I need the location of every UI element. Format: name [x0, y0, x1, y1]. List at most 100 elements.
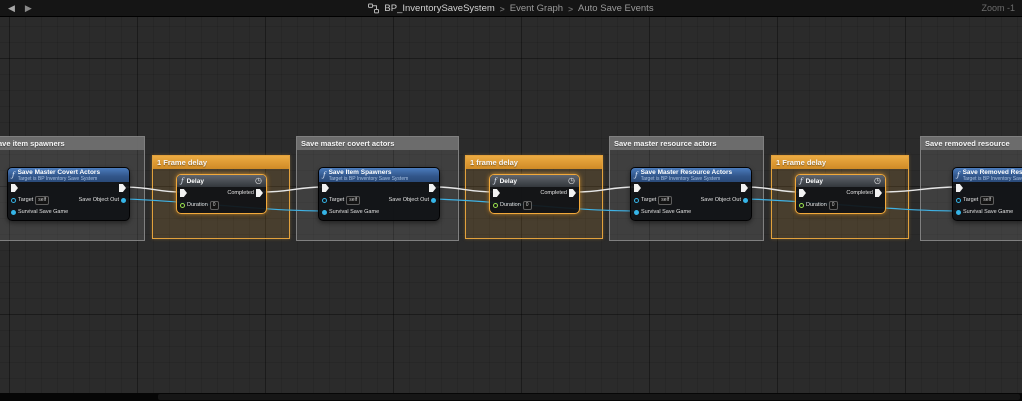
target-pin[interactable] [634, 198, 639, 203]
function-icon: ƒ [323, 172, 326, 179]
clock-icon: ◷ [874, 177, 881, 185]
self-reference-box[interactable]: self [35, 196, 49, 205]
target-pin[interactable] [956, 198, 961, 203]
comment-title[interactable]: Save master resource actors [610, 137, 763, 150]
node-title: Save Master Covert Actors [18, 169, 101, 176]
completed-pin-label: Completed [540, 190, 567, 196]
exec-in-pin[interactable] [799, 189, 806, 197]
node-save-master-covert-actors[interactable]: ƒ Save Master Covert Actors Target is BP… [7, 167, 130, 221]
self-reference-box[interactable]: self [980, 196, 994, 205]
completed-exec-out-pin[interactable] [256, 189, 263, 197]
breadcrumb-event-graph[interactable]: Event Graph [510, 3, 563, 14]
node-header[interactable]: ƒ Delay ◷ [490, 175, 579, 187]
self-reference-box[interactable]: self [658, 196, 672, 205]
unreal-blueprint-editor: ◀ ▶ BP_InventorySaveSystem > Event Graph… [0, 0, 1022, 401]
function-icon: ƒ [494, 178, 497, 185]
breadcrumb-section[interactable]: Auto Save Events [578, 3, 654, 14]
exec-out-pin[interactable] [119, 184, 126, 192]
node-delay-3[interactable]: ƒ Delay ◷ Completed Duration 0 [795, 174, 886, 214]
save-object-out-pin[interactable] [743, 198, 748, 203]
completed-pin-label: Completed [846, 190, 873, 196]
duration-value-input[interactable]: 0 [829, 201, 838, 210]
pin-row: Survival Save Game [319, 206, 439, 218]
pin-row: Survival Save Game [8, 206, 129, 218]
exec-in-pin[interactable] [634, 184, 641, 192]
node-save-item-spawners[interactable]: ƒ Save Item Spawners Target is BP Invent… [318, 167, 440, 221]
target-pin[interactable] [11, 198, 16, 203]
exec-pin-row: Completed [177, 187, 266, 199]
zoom-level-label: Zoom -1 [981, 0, 1015, 17]
self-reference-box[interactable]: self [346, 196, 360, 205]
savegame-pin-label: Survival Save Game [641, 209, 691, 215]
node-header[interactable]: ƒ Save Master Resource Actors Target is … [631, 168, 751, 182]
node-save-master-resource-actors[interactable]: ƒ Save Master Resource Actors Target is … [630, 167, 752, 221]
target-pin-label: Target [18, 197, 33, 203]
function-icon: ƒ [957, 172, 960, 179]
function-icon: ƒ [635, 172, 638, 179]
horizontal-scrollbar[interactable] [0, 393, 1022, 401]
target-pin-label: Target [329, 197, 344, 203]
pin-row: Target self [953, 194, 1022, 206]
node-delay-2[interactable]: ƒ Delay ◷ Completed Duration 0 [489, 174, 580, 214]
target-pin-label: Target [963, 197, 978, 203]
node-header[interactable]: ƒ Save Item Spawners Target is BP Invent… [319, 168, 439, 182]
savegame-in-pin[interactable] [322, 210, 327, 215]
savegame-in-pin[interactable] [634, 210, 639, 215]
node-save-removed-resource[interactable]: ƒ Save Removed Resource Target is BP Inv… [952, 167, 1022, 221]
exec-pin-row [8, 182, 129, 194]
save-object-out-pin[interactable] [121, 198, 126, 203]
pin-row: Target self Save Object Out [631, 194, 751, 206]
target-pin[interactable] [322, 198, 327, 203]
breadcrumb-asset[interactable]: BP_InventorySaveSystem [384, 3, 494, 14]
savegame-in-pin[interactable] [956, 210, 961, 215]
completed-pin-label: Completed [227, 190, 254, 196]
node-subtitle: Target is BP Inventory Save System [18, 176, 101, 182]
clock-icon: ◷ [255, 177, 262, 185]
breadcrumb-separator-icon: > [500, 4, 505, 14]
exec-in-pin[interactable] [180, 189, 187, 197]
exec-in-pin[interactable] [956, 184, 963, 192]
duration-value-input[interactable]: 0 [210, 201, 219, 210]
breadcrumb-separator-icon: > [568, 4, 573, 14]
breadcrumb: BP_InventorySaveSystem > Event Graph > A… [0, 0, 1022, 17]
event-graph-canvas[interactable]: Save item spawners 1 Frame delay Save ma… [0, 17, 1022, 393]
exec-in-pin[interactable] [322, 184, 329, 192]
node-title: Save Master Resource Actors [641, 169, 733, 176]
target-pin-label: Target [641, 197, 656, 203]
save-object-out-pin[interactable] [431, 198, 436, 203]
comment-title[interactable]: Save item spawners [0, 137, 144, 150]
comment-title[interactable]: Save master covert actors [297, 137, 458, 150]
scrollbar-thumb[interactable] [158, 394, 1020, 400]
exec-pin-row: Completed [490, 187, 579, 199]
node-header[interactable]: ƒ Delay ◷ [177, 175, 266, 187]
duration-pin[interactable] [799, 203, 804, 208]
comment-title[interactable]: 1 Frame delay [153, 156, 289, 169]
comment-title[interactable]: 1 frame delay [466, 156, 602, 169]
pin-row: Duration 0 [490, 199, 579, 211]
exec-out-pin[interactable] [429, 184, 436, 192]
duration-pin-label: Duration [187, 202, 208, 208]
function-icon: ƒ [12, 172, 15, 179]
duration-value-input[interactable]: 0 [523, 201, 532, 210]
save-object-out-label: Save Object Out [389, 197, 429, 203]
save-object-out-label: Save Object Out [79, 197, 119, 203]
node-delay-1[interactable]: ƒ Delay ◷ Completed Duration 0 [176, 174, 267, 214]
savegame-pin-label: Survival Save Game [329, 209, 379, 215]
completed-exec-out-pin[interactable] [875, 189, 882, 197]
duration-pin[interactable] [493, 203, 498, 208]
pin-row: Survival Save Game [953, 206, 1022, 218]
exec-in-pin[interactable] [493, 189, 500, 197]
duration-pin[interactable] [180, 203, 185, 208]
exec-in-pin[interactable] [11, 184, 18, 192]
completed-exec-out-pin[interactable] [569, 189, 576, 197]
node-header[interactable]: ƒ Save Removed Resource Target is BP Inv… [953, 168, 1022, 182]
savegame-in-pin[interactable] [11, 210, 16, 215]
exec-out-pin[interactable] [741, 184, 748, 192]
exec-pin-row [953, 182, 1022, 194]
comment-title[interactable]: 1 Frame delay [772, 156, 908, 169]
node-subtitle: Target is BP Inventory Save System [641, 176, 733, 182]
comment-title[interactable]: Save removed resource [921, 137, 1022, 150]
node-header[interactable]: ƒ Save Master Covert Actors Target is BP… [8, 168, 129, 182]
node-header[interactable]: ƒ Delay ◷ [796, 175, 885, 187]
exec-pin-row [631, 182, 751, 194]
